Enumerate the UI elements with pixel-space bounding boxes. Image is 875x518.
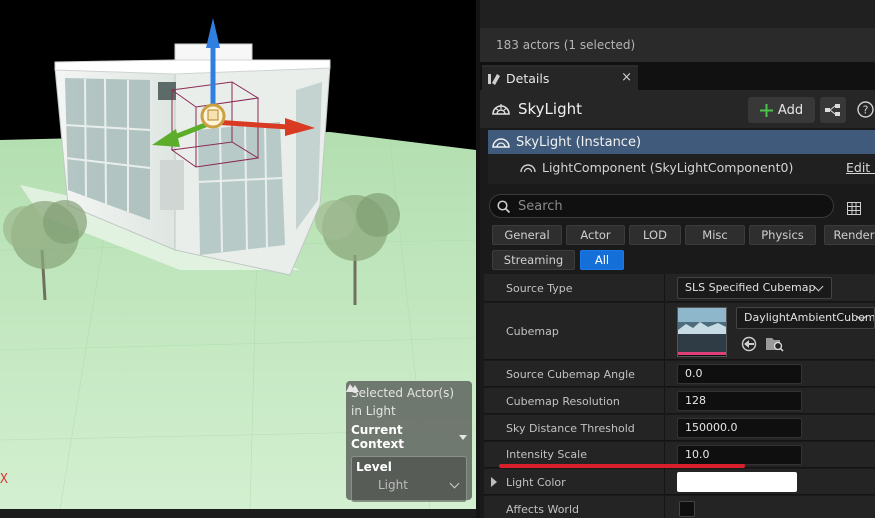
component-tree: SkyLight (Instance) LightComponent (SkyL… xyxy=(488,130,875,184)
filter-lod[interactable]: LOD xyxy=(629,225,681,245)
current-context-toggle[interactable]: Current Context xyxy=(351,423,467,451)
search-input[interactable] xyxy=(518,198,808,214)
filter-actor[interactable]: Actor xyxy=(566,225,625,245)
sky-distance-threshold-input[interactable]: 150000.0 xyxy=(677,418,802,438)
outliner-list-area xyxy=(480,0,875,28)
add-label: Add xyxy=(777,102,804,118)
level-context-box: Level Light xyxy=(346,384,467,502)
component-instance-label: SkyLight (Instance) xyxy=(516,134,642,150)
chevron-down-icon xyxy=(449,478,460,488)
level-dropdown[interactable]: Light xyxy=(356,478,462,492)
cubemap-resolution-input[interactable]: 128 xyxy=(677,391,802,411)
blueprint-button[interactable] xyxy=(820,97,846,123)
svg-text:?: ? xyxy=(863,104,869,117)
browse-asset-icon[interactable] xyxy=(766,336,784,356)
skylight-icon xyxy=(492,137,510,148)
property-row-cubemap: Cubemap DaylightAmbientCubemap xyxy=(484,303,875,360)
cubemap-asset-dropdown[interactable]: DaylightAmbientCubemap xyxy=(736,307,875,329)
property-label: Source Type xyxy=(506,282,573,295)
intensity-scale-input[interactable]: 10.0 xyxy=(677,445,802,465)
filter-physics[interactable]: Physics xyxy=(749,225,816,245)
details-tab-bar: Details × xyxy=(480,62,875,90)
search-icon xyxy=(497,199,510,213)
light-color-swatch[interactable] xyxy=(677,472,797,492)
context-title: Selected Actor(s) in Light xyxy=(351,386,455,418)
selection-context-panel: Selected Actor(s) in Light Current Conte… xyxy=(346,381,472,502)
property-row-source-type: Source Type SLS Specified Cubemap xyxy=(484,274,875,302)
property-label: Light Color xyxy=(506,476,566,489)
property-row-source-cubemap-angle: Source Cubemap Angle 0.0 xyxy=(484,361,875,387)
add-component-button[interactable]: Add xyxy=(748,97,815,123)
property-row-light-color: Light Color xyxy=(484,469,875,495)
viewport-bottom-strip xyxy=(0,509,476,518)
filter-render[interactable]: Render xyxy=(824,225,875,245)
property-label: Source Cubemap Angle xyxy=(506,368,635,381)
property-label: Affects World xyxy=(506,503,579,516)
close-icon[interactable]: × xyxy=(621,70,632,85)
caret-down-icon xyxy=(459,434,467,440)
use-selected-asset-icon[interactable] xyxy=(741,336,757,356)
current-context-label: Current Context xyxy=(351,423,404,451)
property-row-cubemap-resolution: Cubemap Resolution 128 xyxy=(484,388,875,414)
plus-icon xyxy=(759,103,773,117)
cubemap-value: DaylightAmbientCubemap xyxy=(744,311,875,324)
details-header: SkyLight xyxy=(480,90,875,128)
level-mountain-icon xyxy=(346,384,359,392)
help-icon[interactable]: ? xyxy=(857,101,874,122)
edit-in-blueprint-link[interactable]: Edit i xyxy=(846,160,875,175)
blueprint-icon xyxy=(825,104,840,116)
tab-details-label: Details xyxy=(506,71,550,86)
filter-streaming[interactable]: Streaming xyxy=(492,250,575,270)
highlight-underline xyxy=(499,464,745,468)
actor-name: SkyLight xyxy=(518,100,582,118)
cubemap-thumbnail[interactable] xyxy=(677,307,727,357)
tab-details[interactable]: Details × xyxy=(482,65,638,90)
outliner-status: 183 actors (1 selected) xyxy=(480,28,875,62)
source-cubemap-angle-input[interactable]: 0.0 xyxy=(677,364,802,384)
component-row-instance[interactable]: SkyLight (Instance) xyxy=(488,130,875,154)
filter-misc[interactable]: Misc xyxy=(685,225,745,245)
skylight-icon xyxy=(492,104,510,115)
property-label: Sky Distance Threshold xyxy=(506,422,635,435)
property-matrix-icon[interactable] xyxy=(847,200,861,219)
property-label: Cubemap Resolution xyxy=(506,395,620,408)
level-value: Light xyxy=(378,478,408,492)
filter-all[interactable]: All xyxy=(580,250,624,270)
skylight-component-icon xyxy=(520,163,536,172)
property-label: Cubemap xyxy=(506,325,559,338)
affects-world-checkbox[interactable] xyxy=(679,501,695,517)
expand-arrow-icon[interactable] xyxy=(491,477,497,487)
details-search[interactable] xyxy=(489,194,834,218)
editor-side-panel: 183 actors (1 selected) Details × SkyLig… xyxy=(480,0,875,518)
property-label: Intensity Scale xyxy=(506,448,587,461)
source-type-value: SLS Specified Cubemap xyxy=(685,281,816,294)
component-row-light[interactable]: LightComponent (SkyLightComponent0) Edit… xyxy=(488,155,875,179)
level-viewport[interactable]: X Selected Actor(s) in Light Current Con… xyxy=(0,0,476,509)
details-icon xyxy=(488,73,500,85)
level-label: Level xyxy=(356,460,392,474)
component-child-label: LightComponent (SkyLightComponent0) xyxy=(542,159,794,175)
source-type-dropdown[interactable]: SLS Specified Cubemap xyxy=(677,277,832,299)
property-row-sky-distance-threshold: Sky Distance Threshold 150000.0 xyxy=(484,415,875,441)
property-row-affects-world: Affects World xyxy=(484,496,875,518)
axis-x-label: X xyxy=(0,472,8,487)
filter-general[interactable]: General xyxy=(492,225,562,245)
